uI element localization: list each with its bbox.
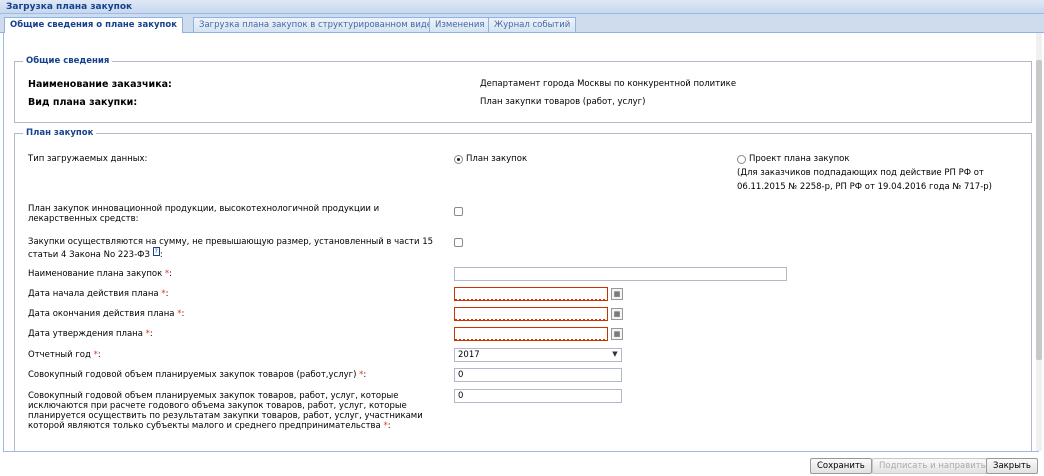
purchase-plan-window: Загрузка плана закупок Общие сведения о … [0, 0, 1044, 476]
name-colon: : [169, 269, 173, 279]
end-label-wrap: Дата окончания действия плана *: [28, 309, 184, 319]
small-sum-label-wrap: Закупки осуществляются на сумму, не прев… [28, 237, 458, 260]
small-sum-colon: : [159, 249, 163, 260]
total-volume-input[interactable]: 0 [454, 368, 622, 382]
radio-project-note-2: 06.11.2015 № 2258-р, РП РФ от 19.04.2016… [737, 182, 992, 192]
general-info-legend: Общие сведения [23, 56, 113, 66]
calendar-icon[interactable]: ▦ [611, 288, 623, 300]
plan-legend: План закупок [23, 128, 97, 138]
data-type-label: Тип загружаемых данных: [28, 154, 148, 164]
end-colon: : [181, 309, 185, 319]
chevron-down-icon[interactable]: ▼ [609, 349, 621, 361]
sme-label: Совокупный годовой объем планируемых зак… [28, 391, 423, 431]
start-label: Дата начала действия плана [28, 289, 159, 299]
calendar-icon[interactable]: ▦ [611, 328, 623, 340]
calendar-icon[interactable]: ▦ [611, 308, 623, 320]
name-label: Наименование плана закупок [28, 269, 163, 279]
year-select[interactable]: 2017 [454, 348, 622, 362]
end-label: Дата окончания действия плана [28, 309, 175, 319]
innovation-checkbox[interactable] [454, 207, 463, 216]
approve-date-input[interactable] [454, 327, 608, 341]
plan-type-value: План закупки товаров (работ, услуг) [480, 97, 646, 107]
approve-colon: : [149, 329, 153, 339]
small-sum-label: Закупки осуществляются на сумму, не прев… [28, 237, 434, 260]
close-button[interactable]: Закрыть [986, 458, 1038, 474]
year-label: Отчетный год [28, 350, 91, 360]
year-colon: : [97, 350, 101, 360]
tab-event-log[interactable]: Журнал событий [488, 17, 577, 32]
save-button[interactable]: Сохранить [810, 458, 872, 474]
radio-project-note-1: (Для заказчиков подпадающих под действие… [737, 168, 984, 178]
sme-colon: : [387, 421, 391, 431]
general-info-fieldset: Общие сведения Наименование заказчика: Д… [14, 56, 1032, 123]
sign-and-send-button[interactable]: Подписать и направить [872, 458, 993, 474]
end-date-input[interactable] [454, 307, 608, 321]
total-label: Совокупный годовой объем планируемых зак… [28, 370, 357, 380]
year-label-wrap: Отчетный год *: [28, 350, 101, 360]
tab-strip: Общие сведения о плане закупок Загрузка … [0, 14, 1044, 33]
tab-content: Общие сведения Наименование заказчика: Д… [3, 33, 1039, 452]
customer-value: Департамент города Москвы по конкурентно… [480, 79, 737, 89]
tab-changes[interactable]: Изменения [429, 17, 491, 32]
start-label-wrap: Дата начала действия плана *: [28, 289, 168, 299]
radio-plan-label: План закупок [466, 154, 528, 164]
plan-name-input[interactable] [454, 267, 787, 281]
total-label-wrap: Совокупный годовой объем планируемых зак… [28, 370, 366, 380]
tab-general-info[interactable]: Общие сведения о плане закупок [4, 17, 183, 33]
customer-label: Наименование заказчика: [28, 79, 172, 90]
total-colon: : [363, 370, 367, 380]
help-icon[interactable]: ? [152, 247, 160, 256]
tab-structured-upload[interactable]: Загрузка плана закупок в структурированн… [193, 17, 438, 32]
approve-label: Дата утверждения плана [28, 329, 143, 339]
start-date-input[interactable] [454, 287, 608, 301]
approve-label-wrap: Дата утверждения плана *: [28, 329, 153, 339]
small-sum-checkbox[interactable] [454, 238, 463, 247]
sme-volume-input[interactable]: 0 [454, 389, 622, 403]
radio-project[interactable] [737, 155, 746, 164]
innovation-label: План закупок инновационной продукции, вы… [28, 204, 380, 224]
sme-label-wrap: Совокупный годовой объем планируемых зак… [28, 391, 438, 431]
plan-type-label: Вид плана закупки: [28, 97, 138, 108]
window-title: Загрузка плана закупок [0, 0, 1044, 14]
name-label-wrap: Наименование плана закупок *: [28, 269, 172, 279]
radio-plan[interactable] [454, 155, 463, 164]
scrollbar-thumb[interactable] [1036, 60, 1042, 360]
radio-project-label: Проект плана закупок [749, 154, 850, 164]
plan-fieldset: План закупок Тип загружаемых данных: Пла… [14, 128, 1032, 451]
start-colon: : [165, 289, 169, 299]
